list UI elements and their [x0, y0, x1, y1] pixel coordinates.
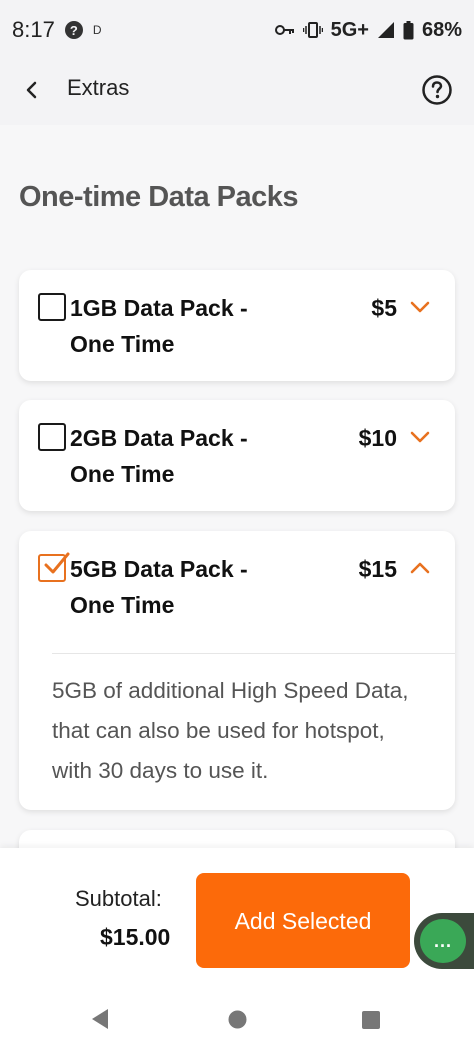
pack-price: $5 — [371, 295, 397, 321]
question-circle-icon: ? — [64, 21, 83, 39]
system-nav-bar — [0, 978, 474, 1053]
pack-checkbox-1gb[interactable] — [38, 293, 66, 321]
card-header[interactable]: 5GB Data Pack - One Time $15 — [19, 531, 455, 643]
chat-dots-icon: ... — [420, 919, 466, 963]
card-header[interactable]: 1GB Data Pack - One Time $5 — [19, 270, 455, 382]
pack-description: 5GB of additional High Speed Data, that … — [52, 678, 409, 783]
chevron-down-icon[interactable] — [409, 426, 431, 448]
checkmark-icon — [44, 552, 70, 574]
card-header[interactable]: 2GB Data Pack - One Time $10 — [19, 400, 455, 512]
status-bar: 8:17 ? D 5G+ 68% — [0, 0, 474, 60]
data-pack-card-5gb[interactable]: 5GB Data Pack - One Time $15 5GB of addi… — [19, 531, 455, 810]
nav-home-icon[interactable] — [228, 1010, 247, 1029]
chat-button[interactable]: ... — [414, 913, 474, 969]
chevron-down-icon[interactable] — [409, 296, 431, 318]
app-header: Extras — [0, 60, 474, 125]
network-type: 5G+ — [330, 18, 369, 41]
vibrate-icon — [302, 22, 323, 38]
pack-title: 5GB Data Pack - One Time — [70, 556, 248, 618]
pack-checkbox-2gb[interactable] — [38, 423, 66, 451]
battery-icon — [403, 20, 414, 39]
add-selected-button[interactable]: Add Selected — [196, 873, 410, 968]
chevron-left-icon — [26, 81, 37, 99]
main-content: One-time Data Packs 1GB Data Pack - One … — [0, 125, 474, 848]
d-indicator: D — [92, 23, 102, 37]
pack-title: 2GB Data Pack - One Time — [70, 425, 248, 487]
data-pack-card-partial[interactable] — [19, 830, 455, 848]
back-button[interactable] — [18, 76, 46, 104]
signal-icon — [377, 22, 394, 38]
status-left: 8:17 ? D — [12, 17, 102, 43]
pack-price: $10 — [358, 425, 397, 451]
pack-title: 1GB Data Pack - One Time — [70, 295, 248, 357]
status-time: 8:17 — [12, 17, 55, 42]
nav-recents-icon[interactable] — [362, 1011, 380, 1029]
data-pack-card-2gb[interactable]: 2GB Data Pack - One Time $10 — [19, 400, 455, 511]
data-pack-card-1gb[interactable]: 1GB Data Pack - One Time $5 — [19, 270, 455, 381]
checkout-bar: Subtotal: $15.00 Add Selected — [0, 848, 474, 978]
subtotal-value: $15.00 — [100, 924, 171, 950]
subtotal-label: Subtotal: — [75, 886, 162, 911]
nav-back-icon[interactable] — [90, 1008, 110, 1030]
chevron-up-icon[interactable] — [409, 557, 431, 579]
card-divider — [52, 653, 455, 654]
key-icon — [274, 25, 294, 35]
section-title: One-time Data Packs — [19, 181, 299, 213]
status-right: 5G+ 68% — [274, 18, 462, 42]
page-title: Extras — [67, 75, 130, 100]
battery-percent: 68% — [421, 18, 462, 41]
help-button[interactable] — [421, 74, 453, 106]
pack-checkbox-5gb[interactable] — [38, 552, 70, 582]
help-circle-icon — [422, 75, 452, 105]
pack-price: $15 — [358, 556, 397, 582]
